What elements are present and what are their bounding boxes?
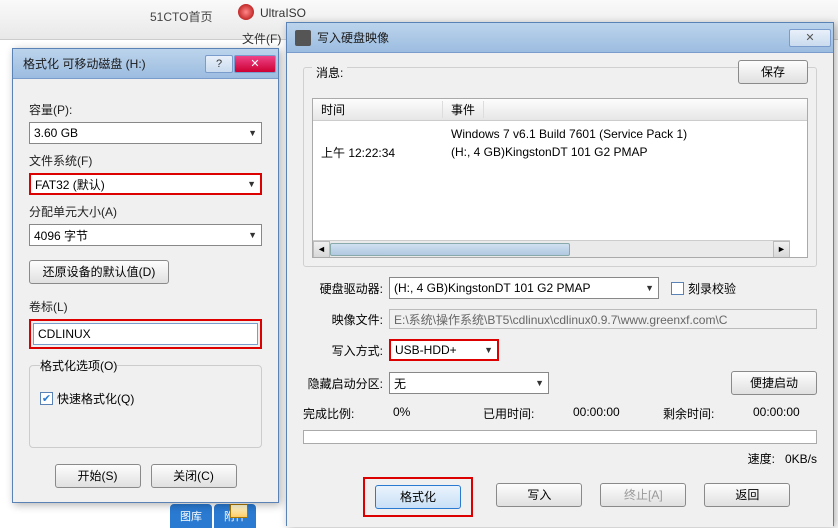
format-title: 格式化 可移动磁盘 (H:)	[15, 55, 205, 72]
image-path-field: E:\系统\操作系统\BT5\cdlinux\cdlinux0.9.7\www.…	[389, 309, 817, 329]
ultraiso-title: UltraISO	[260, 6, 306, 20]
horizontal-scrollbar[interactable]: ◄ ►	[313, 240, 790, 257]
alloc-label: 分配单元大小(A)	[29, 203, 262, 220]
chevron-down-icon: ▼	[248, 230, 257, 240]
write-titlebar[interactable]: 写入硬盘映像 ✕	[287, 23, 833, 53]
checkbox-checked-icon: ✔	[40, 392, 53, 405]
format-titlebar[interactable]: 格式化 可移动磁盘 (H:) ? ✕	[13, 49, 278, 79]
help-button[interactable]: ?	[205, 55, 233, 73]
file-menu[interactable]: 文件(F)	[242, 30, 281, 47]
verify-checkbox[interactable]: 刻录校验	[671, 280, 736, 297]
hide-partition-select[interactable]: 无▼	[389, 372, 549, 394]
volume-label-input[interactable]	[33, 323, 258, 345]
close-icon[interactable]: ✕	[789, 29, 831, 47]
chevron-down-icon: ▼	[247, 179, 256, 189]
format-button[interactable]: 格式化	[375, 485, 461, 509]
write-title: 写入硬盘映像	[317, 29, 789, 46]
volume-label-label: 卷标(L)	[29, 298, 262, 315]
log-row: Windows 7 v6.1 Build 7601 (Service Pack …	[321, 125, 799, 143]
write-method-select[interactable]: USB-HDD+▼	[389, 339, 499, 361]
progress-row: 完成比例:0% 已用时间:00:00:00 剩余时间:00:00:00	[303, 405, 817, 422]
chevron-down-icon: ▼	[645, 283, 654, 293]
quick-boot-button[interactable]: 便捷启动	[731, 371, 817, 395]
format-options-legend: 格式化选项(O)	[40, 357, 117, 374]
scroll-thumb[interactable]	[330, 243, 570, 256]
dialog-icon	[295, 30, 311, 46]
col-time[interactable]: 时间	[313, 101, 443, 118]
filesystem-select[interactable]: FAT32 (默认)▼	[29, 173, 262, 195]
hide-partition-label: 隐藏启动分区:	[303, 375, 383, 392]
log-row: 上午 12:22:34(H:, 4 GB)KingstonDT 101 G2 P…	[321, 143, 799, 161]
progress-bar	[303, 430, 817, 444]
scroll-left-icon[interactable]: ◄	[313, 241, 330, 258]
quick-format-checkbox[interactable]: ✔ 快速格式化(Q)	[40, 390, 251, 407]
message-legend: 消息:	[312, 64, 347, 81]
message-header: 时间 事件	[313, 99, 807, 121]
format-dialog: 格式化 可移动磁盘 (H:) ? ✕ 容量(P): 3.60 GB▼ 文件系统(…	[12, 48, 279, 503]
back-button[interactable]: 返回	[704, 483, 790, 507]
capacity-label: 容量(P):	[29, 101, 262, 118]
speed-row: 速度: 0KB/s	[303, 450, 817, 467]
scroll-right-icon[interactable]: ►	[773, 241, 790, 258]
drive-label: 硬盘驱动器:	[303, 280, 383, 297]
col-event[interactable]: 事件	[443, 101, 484, 118]
message-list[interactable]: 时间 事件 Windows 7 v6.1 Build 7601 (Service…	[312, 98, 808, 258]
checkbox-icon	[671, 282, 684, 295]
format-options-group: 格式化选项(O) ✔ 快速格式化(Q)	[29, 357, 262, 448]
restore-defaults-button[interactable]: 还原设备的默认值(D)	[29, 260, 169, 284]
image-label: 映像文件:	[303, 311, 383, 328]
write-button[interactable]: 写入	[496, 483, 582, 507]
start-button[interactable]: 开始(S)	[55, 464, 141, 488]
close-button[interactable]: 关闭(C)	[151, 464, 237, 488]
capacity-select[interactable]: 3.60 GB▼	[29, 122, 262, 144]
message-group: 消息: 保存 时间 事件 Windows 7 v6.1 Build 7601 (…	[303, 67, 817, 267]
close-icon[interactable]: ✕	[234, 55, 276, 73]
browser-tab-51cto[interactable]: 51CTO首页	[150, 8, 212, 25]
filesystem-label: 文件系统(F)	[29, 152, 262, 169]
chevron-down-icon: ▼	[535, 378, 544, 388]
write-image-dialog: 写入硬盘映像 ✕ 消息: 保存 时间 事件 Windows 7 v6.1 Bui…	[286, 22, 834, 526]
stop-button: 终止[A]	[600, 483, 686, 507]
write-method-label: 写入方式:	[303, 342, 383, 359]
chevron-down-icon: ▼	[248, 128, 257, 138]
ultraiso-app-icon	[238, 4, 254, 20]
save-log-button[interactable]: 保存	[738, 60, 808, 84]
chevron-down-icon: ▼	[484, 345, 493, 355]
drive-select[interactable]: (H:, 4 GB)KingstonDT 101 G2 PMAP▼	[389, 277, 659, 299]
bg-tab-gallery[interactable]: 图库	[170, 504, 212, 528]
alloc-select[interactable]: 4096 字节▼	[29, 224, 262, 246]
